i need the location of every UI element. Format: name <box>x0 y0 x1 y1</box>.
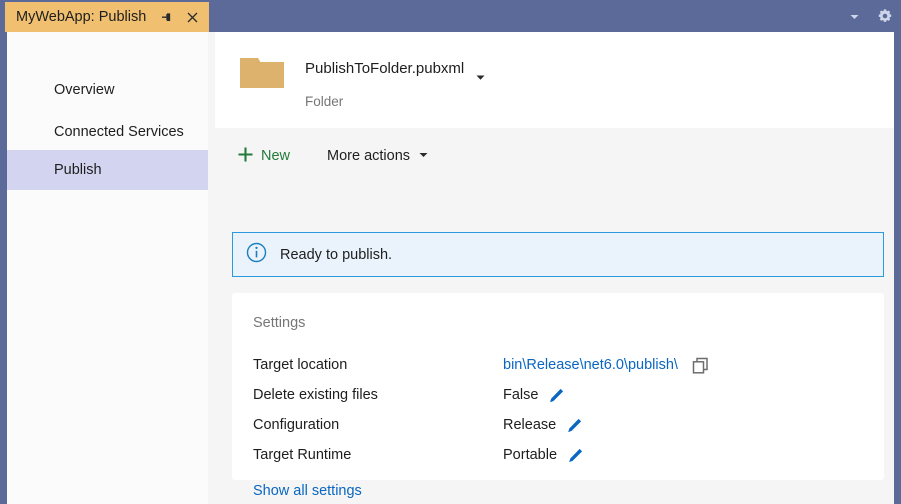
sidebar-item-label: Overview <box>54 82 115 98</box>
more-actions-chevron-down-icon <box>418 148 429 164</box>
settings-row-target-location: Target location bin\Release\net6.0\publi… <box>253 350 865 380</box>
pencil-icon[interactable] <box>566 417 583 434</box>
more-actions-button[interactable]: More actions <box>327 148 429 164</box>
sidebar-item-connected-services[interactable]: Connected Services <box>7 112 208 152</box>
publish-window: MyWebApp: Publish Overview Connected Ser… <box>0 0 901 504</box>
gear-icon[interactable] <box>876 7 894 25</box>
actions-toolbar: New More actions <box>208 128 894 184</box>
profile-header-card: PublishToFolder.pubxml Folder <box>215 32 894 128</box>
status-banner: Ready to publish. <box>232 232 884 277</box>
main-content: PublishToFolder.pubxml Folder New More a… <box>208 32 894 504</box>
window-body: Overview Connected Services Publish Publ… <box>7 32 894 504</box>
settings-row-label: Configuration <box>253 417 340 433</box>
publish-profile-type: Folder <box>305 94 344 109</box>
settings-row-label: Target Runtime <box>253 447 352 463</box>
settings-row-value: Release <box>503 417 557 433</box>
settings-row-delete-existing-files: Delete existing files False <box>253 380 865 410</box>
close-icon[interactable] <box>185 10 200 25</box>
plus-icon <box>237 146 254 167</box>
status-banner-text: Ready to publish. <box>280 246 393 263</box>
folder-icon <box>239 54 287 94</box>
more-actions-label: More actions <box>327 148 411 164</box>
settings-card: Settings Target location bin\Release\net… <box>232 293 884 480</box>
chevron-down-icon[interactable] <box>845 7 863 25</box>
title-bar-actions <box>845 0 894 32</box>
sidebar-item-publish[interactable]: Publish <box>7 150 208 190</box>
settings-row-value[interactable]: bin\Release\net6.0\publish\ <box>503 357 678 373</box>
sidebar: Overview Connected Services Publish <box>7 32 208 504</box>
info-circle-icon <box>246 242 267 268</box>
settings-row-value: Portable <box>503 447 558 463</box>
document-tab-label: MyWebApp: Publish <box>16 9 147 25</box>
settings-row-label: Delete existing files <box>253 387 378 403</box>
settings-row-configuration: Configuration Release <box>253 410 865 440</box>
settings-row-label: Target location <box>253 357 348 373</box>
sidebar-item-label: Publish <box>54 162 102 178</box>
document-tab[interactable]: MyWebApp: Publish <box>5 2 210 32</box>
publish-profile-name[interactable]: PublishToFolder.pubxml <box>305 60 464 77</box>
new-profile-button[interactable]: New <box>237 146 290 167</box>
sidebar-item-overview[interactable]: Overview <box>7 70 208 110</box>
title-bar: MyWebApp: Publish <box>0 0 901 32</box>
settings-title: Settings <box>253 315 306 331</box>
settings-row-value: False <box>503 387 539 403</box>
pencil-icon[interactable] <box>567 447 584 464</box>
copy-icon[interactable] <box>692 357 709 374</box>
pencil-icon[interactable] <box>548 387 565 404</box>
show-all-settings-link[interactable]: Show all settings <box>253 482 362 500</box>
profile-chevron-down-icon[interactable] <box>474 71 487 89</box>
pin-icon[interactable] <box>159 10 174 25</box>
show-all-settings-label: Show all settings <box>253 483 362 499</box>
settings-row-target-runtime: Target Runtime Portable <box>253 440 865 470</box>
new-profile-label: New <box>261 148 291 164</box>
sidebar-item-label: Connected Services <box>54 124 184 140</box>
